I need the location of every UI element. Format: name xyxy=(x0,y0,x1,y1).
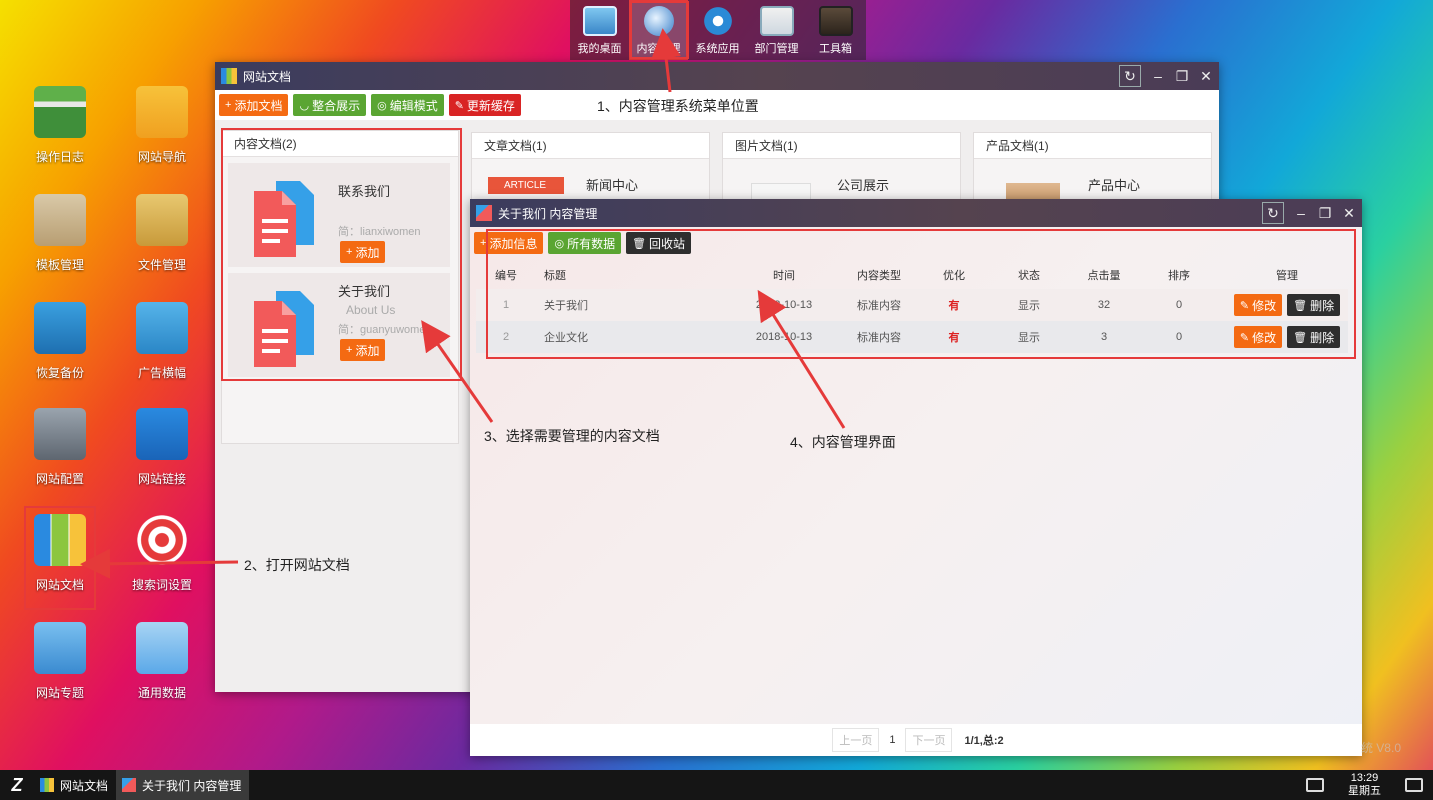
card-title[interactable]: 公司展示 xyxy=(837,175,889,194)
taskbar-item-site-docs[interactable]: 网站文档 xyxy=(34,770,116,800)
nav-folder-icon xyxy=(136,86,188,138)
dock-department-management[interactable]: 部门管理 xyxy=(747,0,806,60)
plus-icon: + xyxy=(225,99,232,111)
reload-icon[interactable]: ↻ xyxy=(1119,65,1141,87)
server-config-icon xyxy=(34,408,86,460)
document-icon xyxy=(476,205,492,221)
file-folder-icon xyxy=(136,194,188,246)
annotation-box-content-table xyxy=(486,229,1356,359)
next-page-button[interactable]: 下一页 xyxy=(905,728,953,752)
start-button[interactable]: Z xyxy=(0,770,34,800)
id-card-icon xyxy=(759,6,794,36)
pagination: 上一页 1 下一页 1/1,总:2 xyxy=(470,724,1362,756)
add-doc-button[interactable]: + 添加文档 xyxy=(219,94,289,116)
desktop-icon-file-management[interactable]: 文件管理 xyxy=(122,188,202,288)
dock-system-apps[interactable]: 系统应用 xyxy=(688,0,747,60)
desktop-icon-site-nav[interactable]: 网站导航 xyxy=(122,80,202,180)
docs-window-titlebar[interactable]: 网站文档 ↻ – ❐ ✕ xyxy=(215,62,1219,90)
message-icon[interactable] xyxy=(1306,778,1324,792)
binders-icon xyxy=(40,778,54,792)
version-watermark: 统 V8.0 xyxy=(1360,741,1401,755)
desktop-icon-operation-log[interactable]: 操作日志 xyxy=(20,80,100,180)
edit-mode-button[interactable]: ◎ 编辑模式 xyxy=(371,94,444,116)
binders-icon xyxy=(221,68,237,84)
refresh-cache-button[interactable]: ✎ 更新缓存 xyxy=(448,94,521,116)
panel-title: 文章文档(1) xyxy=(472,133,709,159)
data-doc-icon xyxy=(136,622,188,674)
panel-title: 产品文档(1) xyxy=(974,133,1211,159)
annotation-step1: 1、内容管理系统菜单位置 xyxy=(597,98,759,114)
folder-log-icon xyxy=(34,86,86,138)
prev-page-button[interactable]: 上一页 xyxy=(832,728,880,752)
annotation-box-content-docs xyxy=(221,128,462,381)
desktop-icon-search-terms[interactable]: 搜索词设置 xyxy=(122,508,202,608)
content-window-titlebar[interactable]: 关于我们 内容管理 ↻ – ❐ ✕ xyxy=(470,199,1362,227)
annotation-step3: 3、选择需要管理的内容文档 xyxy=(484,428,660,444)
desktop-icon-site-topics[interactable]: 网站专题 xyxy=(20,616,100,716)
link-doc-icon xyxy=(136,408,188,460)
smile-icon: ◡ xyxy=(299,99,310,112)
desktop-icon-site-config[interactable]: 网站配置 xyxy=(20,402,100,502)
desktop-icon-common-data[interactable]: 通用数据 xyxy=(122,616,202,716)
desktop-icon-template-management[interactable]: 模板管理 xyxy=(20,188,100,288)
card-title[interactable]: 新闻中心 xyxy=(586,175,638,194)
integrate-display-button[interactable]: ◡ 整合展示 xyxy=(293,94,367,116)
article-badge: ARTICLE xyxy=(488,177,565,194)
desktop-icon-restore-backup[interactable]: 恢复备份 xyxy=(20,296,100,396)
desktop-icon-site-link[interactable]: 网站链接 xyxy=(122,402,202,502)
close-icon[interactable]: ✕ xyxy=(1195,65,1217,87)
annotation-step4: 4、内容管理界面 xyxy=(790,434,896,450)
minimize-icon[interactable]: – xyxy=(1290,202,1312,224)
target-icon xyxy=(136,514,188,566)
brush-icon: ✎ xyxy=(454,99,464,112)
annotation-box-dock xyxy=(630,1,689,59)
desktop-icon-ad-banner[interactable]: 广告横幅 xyxy=(122,296,202,396)
binders-icon xyxy=(34,514,86,566)
toolbox-icon xyxy=(818,6,853,36)
minimize-icon[interactable]: – xyxy=(1147,65,1169,87)
close-icon[interactable]: ✕ xyxy=(1338,202,1360,224)
document-icon xyxy=(122,778,137,792)
top-dock: 我的桌面 内容管理 系统应用 部门管理 工具箱 xyxy=(570,0,866,60)
server-backup-icon xyxy=(34,302,86,354)
annotation-step2: 2、打开网站文档 xyxy=(244,557,350,573)
current-page[interactable]: 1 xyxy=(889,734,895,746)
gear-icon xyxy=(700,6,735,36)
desktop-icon-site-docs[interactable]: 网站文档 xyxy=(24,506,96,610)
reload-icon[interactable]: ↻ xyxy=(1262,202,1284,224)
docs-window-title: 网站文档 xyxy=(243,69,292,84)
banner-icon xyxy=(136,302,188,354)
monitor-icon xyxy=(582,6,617,36)
eye-icon: ◎ xyxy=(377,99,387,112)
panel-title: 图片文档(1) xyxy=(723,133,960,159)
taskbar-item-content-management[interactable]: 关于我们 内容管理 xyxy=(116,770,250,800)
template-box-icon xyxy=(34,194,86,246)
dock-toolbox[interactable]: 工具箱 xyxy=(806,0,865,60)
restore-icon[interactable]: ❐ xyxy=(1314,202,1336,224)
taskbar: Z 网站文档 关于我们 内容管理 13:29 星期五 xyxy=(0,770,1433,800)
content-window-title: 关于我们 内容管理 xyxy=(498,206,598,221)
show-desktop-icon[interactable] xyxy=(1405,778,1423,792)
page-summary: 1/1,总:2 xyxy=(964,735,1004,747)
clock: 13:29 星期五 xyxy=(1348,772,1381,797)
dock-my-desktop[interactable]: 我的桌面 xyxy=(570,0,629,60)
card-title[interactable]: 产品中心 xyxy=(1088,175,1140,194)
restore-icon[interactable]: ❐ xyxy=(1171,65,1193,87)
topic-book-icon xyxy=(34,622,86,674)
